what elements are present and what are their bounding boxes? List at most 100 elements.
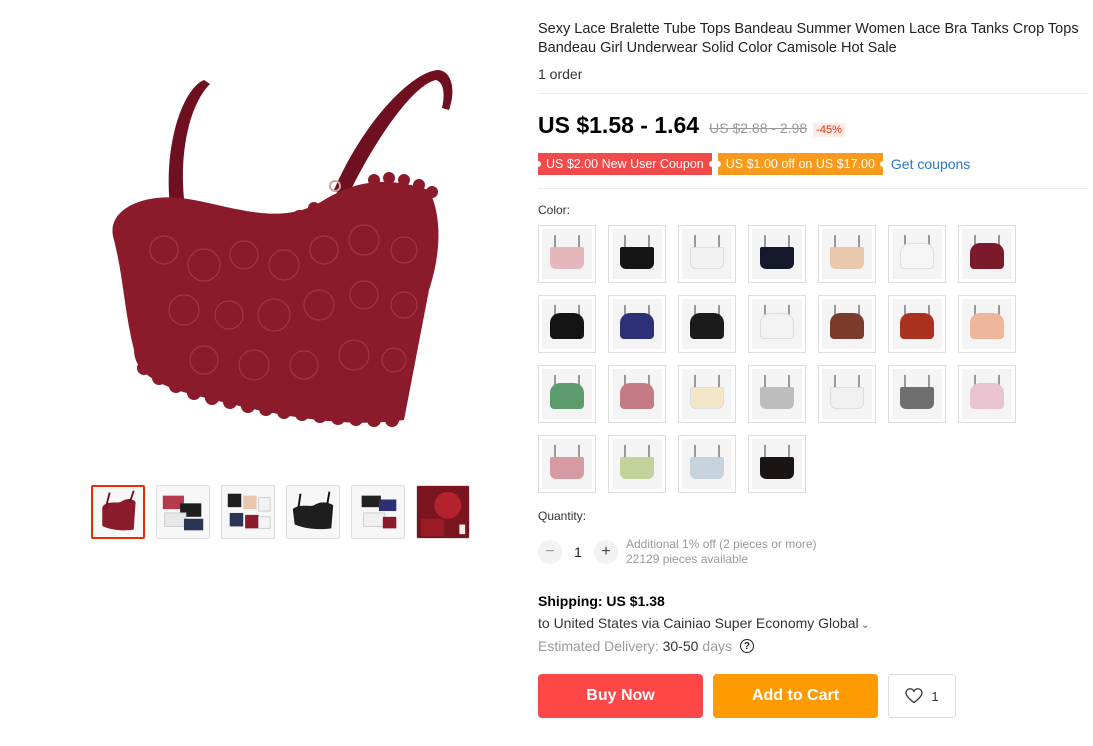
current-price: US $1.58 - 1.64 xyxy=(538,112,700,138)
color-swatch[interactable] xyxy=(608,435,666,493)
product-title: Sexy Lace Bralette Tube Tops Bandeau Sum… xyxy=(538,21,1079,56)
color-swatch[interactable] xyxy=(958,225,1016,283)
swatch-image xyxy=(542,229,592,279)
swatch-garment xyxy=(620,247,654,269)
swatch-image xyxy=(682,299,732,349)
color-swatch[interactable] xyxy=(818,295,876,353)
thumbnail-5[interactable] xyxy=(351,485,405,539)
quantity-increase-button[interactable]: + xyxy=(594,540,618,564)
swatch-garment xyxy=(550,313,584,339)
heart-icon xyxy=(905,688,924,704)
new-user-coupon[interactable]: US $2.00 New User Coupon xyxy=(535,153,715,175)
color-swatch[interactable] xyxy=(538,295,596,353)
color-swatch[interactable] xyxy=(678,365,736,423)
delivery-days: 30-50 xyxy=(662,638,699,654)
swatch-image xyxy=(822,229,872,279)
color-swatch[interactable] xyxy=(678,295,736,353)
color-swatch[interactable] xyxy=(748,225,806,283)
color-swatch[interactable] xyxy=(888,295,946,353)
swatch-image xyxy=(822,369,872,419)
swatch-garment xyxy=(760,247,794,269)
swatch-image xyxy=(962,299,1012,349)
thumbnail-2[interactable] xyxy=(156,485,210,539)
swatch-image xyxy=(542,439,592,489)
color-swatch[interactable] xyxy=(678,435,736,493)
wishlist-count: 1 xyxy=(931,688,939,704)
swatch-garment xyxy=(690,387,724,409)
thumbnail-6[interactable] xyxy=(416,485,470,539)
color-swatch[interactable] xyxy=(748,435,806,493)
color-swatch[interactable] xyxy=(958,295,1016,353)
swatch-garment xyxy=(760,457,794,479)
swatch-garment xyxy=(550,247,584,269)
swatch-image xyxy=(612,299,662,349)
swatch-garment xyxy=(550,457,584,479)
product-info: Sexy Lace Bralette Tube Tops Bandeau Sum… xyxy=(535,20,1088,718)
swatch-garment xyxy=(550,383,584,409)
shipping-method[interactable]: to United States via Cainiao Super Econo… xyxy=(538,615,1088,631)
swatch-garment xyxy=(830,247,864,269)
color-swatch[interactable] xyxy=(888,365,946,423)
swatch-garment xyxy=(970,243,1004,269)
color-swatch[interactable] xyxy=(678,225,736,283)
swatch-garment xyxy=(620,383,654,409)
swatch-garment xyxy=(830,313,864,339)
quantity-value[interactable]: 1 xyxy=(562,544,594,560)
shipping-destination[interactable]: to United States via Cainiao Super Econo… xyxy=(538,615,859,631)
color-swatch[interactable] xyxy=(818,365,876,423)
delivery-label: Estimated Delivery: xyxy=(538,638,659,654)
color-swatch[interactable] xyxy=(538,365,596,423)
swatch-image xyxy=(612,369,662,419)
swatch-garment xyxy=(690,457,724,479)
get-coupons-link[interactable]: Get coupons xyxy=(891,156,970,172)
store-coupon[interactable]: US $1.00 off on US $17.00 xyxy=(714,153,887,175)
stock-available: 22129 pieces available xyxy=(626,552,749,566)
color-label: Color: xyxy=(538,203,571,217)
quantity-label: Quantity: xyxy=(538,509,587,523)
swatch-garment xyxy=(900,387,934,409)
quantity-stepper: − 1 + Additional 1% off (2 pieces or mor… xyxy=(538,537,1088,567)
swatch-garment xyxy=(900,313,934,339)
swatch-garment xyxy=(760,387,794,409)
color-swatch[interactable] xyxy=(748,365,806,423)
divider xyxy=(538,188,1088,189)
swatch-image xyxy=(962,369,1012,419)
color-swatch[interactable] xyxy=(538,435,596,493)
swatch-image xyxy=(892,299,942,349)
main-product-image xyxy=(84,50,474,440)
chevron-down-icon[interactable]: ⌄ xyxy=(861,619,870,631)
color-swatch[interactable] xyxy=(608,295,666,353)
bralette-image xyxy=(112,70,453,427)
swatch-image xyxy=(612,439,662,489)
color-swatch[interactable] xyxy=(748,295,806,353)
color-swatch[interactable] xyxy=(888,225,946,283)
thumbnail-3[interactable] xyxy=(221,485,275,539)
buy-now-button[interactable]: Buy Now xyxy=(538,674,703,718)
swatch-garment xyxy=(760,313,794,339)
order-count: 1 order xyxy=(538,66,583,82)
color-swatch[interactable] xyxy=(538,225,596,283)
swatch-garment xyxy=(620,313,654,339)
swatch-image xyxy=(682,229,732,279)
swatch-image xyxy=(682,439,732,489)
discount-badge: -45% xyxy=(813,123,845,137)
add-to-cart-button[interactable]: Add to Cart xyxy=(713,674,878,718)
color-swatch[interactable] xyxy=(608,365,666,423)
thumbnail-4[interactable] xyxy=(286,485,340,539)
swatch-image xyxy=(682,369,732,419)
thumbnail-1[interactable] xyxy=(91,485,145,539)
swatch-image xyxy=(892,229,942,279)
color-swatch[interactable] xyxy=(958,365,1016,423)
color-swatch[interactable] xyxy=(608,225,666,283)
wishlist-button[interactable]: 1 xyxy=(888,674,956,718)
swatch-image xyxy=(892,369,942,419)
swatch-image xyxy=(752,299,802,349)
estimated-delivery: Estimated Delivery: 30-50 days ? xyxy=(538,638,1088,654)
help-icon[interactable]: ? xyxy=(739,639,754,653)
color-swatch[interactable] xyxy=(818,225,876,283)
coupon-row: US $2.00 New User Coupon US $1.00 off on… xyxy=(535,153,1088,175)
swatch-image xyxy=(612,229,662,279)
quantity-decrease-button[interactable]: − xyxy=(538,540,562,564)
price-row: US $1.58 - 1.64 US $2.88 - 2.98 -45% xyxy=(538,112,1088,139)
swatch-garment xyxy=(970,383,1004,409)
